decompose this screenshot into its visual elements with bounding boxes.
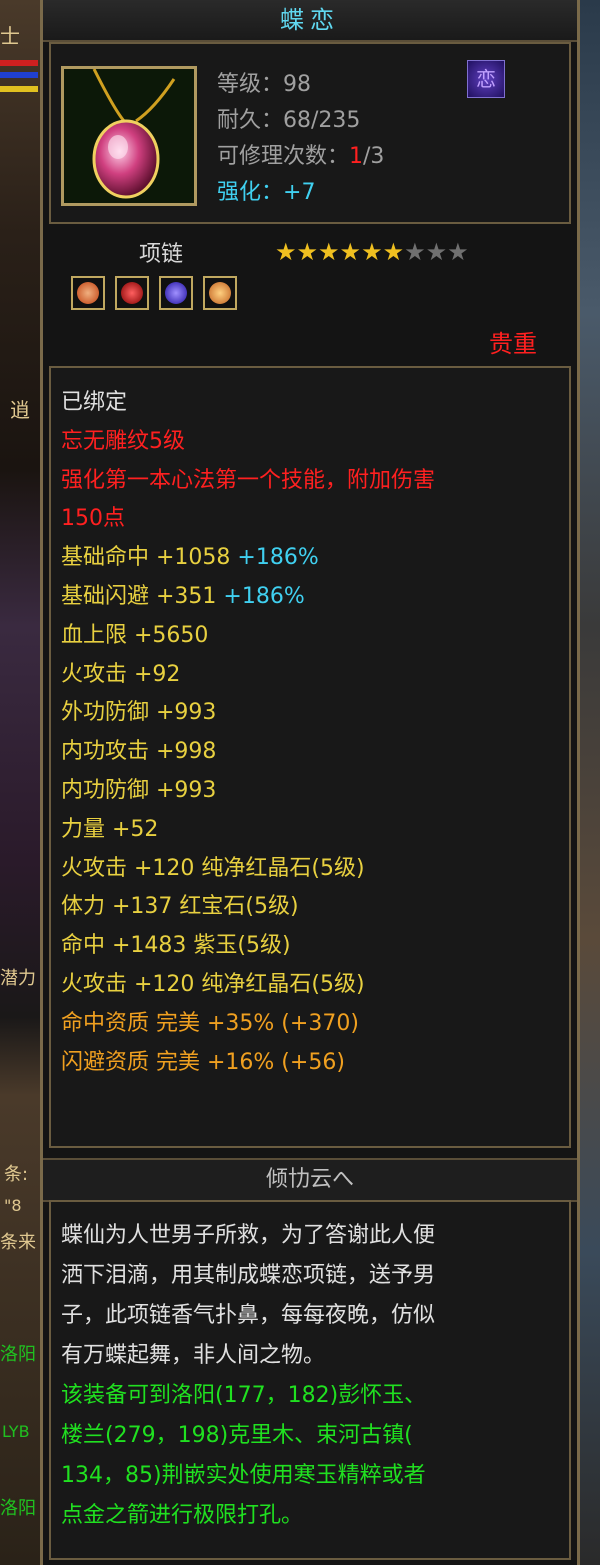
durability-label: 耐久： — [217, 108, 284, 133]
attr-line: 外功防御 +993 — [61, 700, 217, 726]
gem-slot — [203, 276, 237, 310]
dodge-value: 基础闪避 +351 — [61, 583, 224, 609]
enhance-label: 强化： — [217, 180, 284, 205]
bg-label: 潜力 — [0, 968, 36, 989]
repair-used: 1 — [349, 144, 364, 169]
star-empty-icon: ★ — [447, 238, 469, 266]
hit-aptitude: 命中资质 完美 +35% (+370) — [61, 1010, 359, 1036]
attr-line: 内功攻击 +998 — [61, 739, 217, 765]
bg-label: 洛阳 — [0, 1344, 36, 1365]
bg-label: 士 — [0, 24, 20, 48]
attribute-list: 已绑定 忘无雕纹5级 强化第一本心法第一个技能，附加伤害 150点 基础命中 +… — [61, 384, 561, 1082]
item-icon — [61, 66, 197, 206]
attr-line: 力量 +52 — [61, 816, 159, 842]
hint-line: 点金之箭进行极限打孔。 — [61, 1503, 304, 1528]
star-empty-icon: ★ — [425, 238, 448, 266]
background-right-panel — [578, 0, 600, 1565]
bg-label: 条: — [4, 1164, 29, 1185]
item-name: 蝶恋 — [43, 0, 577, 42]
attr-line: 火攻击 +120 纯净红晶石(5级) — [61, 855, 365, 881]
hint-line: 该装备可到洛阳(177，182)彭怀玉、 — [61, 1383, 427, 1408]
necklace-icon — [64, 68, 194, 203]
attr-line: 火攻击 +120 纯净红晶石(5级) — [61, 971, 365, 997]
bg-label: 条来 — [0, 1232, 36, 1253]
bg-label: 洛阳 — [0, 1498, 36, 1519]
attr-line: 内功防御 +993 — [61, 777, 217, 803]
gem-slot — [159, 276, 193, 310]
description-section-title: 倾㔹云へ — [43, 1158, 577, 1202]
attr-line: 命中 +1483 紫玉(5级) — [61, 933, 291, 959]
hit-value: 基础命中 +1058 — [61, 545, 238, 571]
description-text: 蝶仙为人世男子所救，为了答谢此人便 洒下泪滴，用其制成蝶恋项链，送予男 子，此项… — [61, 1216, 561, 1536]
repair-row: 可修理次数：1/3 — [217, 138, 384, 170]
durability-row: 耐久：68/235 — [217, 102, 360, 134]
exp-bar — [0, 86, 38, 92]
hit-percent: +186% — [237, 545, 319, 571]
level-label: 等级： — [217, 72, 284, 97]
engrave-name: 忘无雕纹5级 — [61, 428, 185, 454]
attr-line: 血上限 +5650 — [61, 622, 209, 648]
enhance-row: 强化：+7 — [217, 174, 315, 206]
hint-line: 134，85)荆嵌实处使用寒玉精粹或者 — [61, 1463, 426, 1488]
attr-line: 体力 +137 红宝石(5级) — [61, 894, 299, 920]
attr-line: 火攻击 +92 — [61, 661, 181, 687]
star-filled-icon: ★ — [339, 238, 362, 266]
star-filled-icon: ★ — [275, 238, 297, 266]
lore-line: 蝶仙为人世男子所救，为了答谢此人便 — [61, 1223, 436, 1248]
bg-label: LYB — [2, 1422, 30, 1441]
star-filled-icon: ★ — [361, 238, 383, 266]
attr-line: 基础命中 +1058 +186% — [61, 539, 561, 578]
dodge-aptitude: 闪避资质 完美 +16% (+56) — [61, 1049, 345, 1075]
bg-label: "8 — [4, 1196, 22, 1215]
lore-line: 有万蝶起舞，非人间之物。 — [61, 1343, 326, 1368]
enhance-value: +7 — [283, 180, 316, 205]
gem-slot — [115, 276, 149, 310]
rarity-label: 贵重 — [489, 330, 537, 358]
repair-total: /3 — [363, 144, 385, 169]
level-value: 98 — [283, 72, 312, 97]
lore-line: 子，此项链香气扑鼻，每每夜晚，仿似 — [61, 1303, 436, 1328]
item-header-panel: 等级：98 耐久：68/235 可修理次数：1/3 强化：+7 恋 — [49, 42, 571, 224]
item-tooltip: 蝶恋 等级：98 耐久：68/235 可修理次数：1/3 强化：+7 恋 项链 … — [40, 0, 580, 1565]
love-badge-icon: 恋 — [467, 60, 505, 98]
repair-label: 可修理次数： — [217, 144, 350, 169]
mp-bar — [0, 72, 38, 78]
star-empty-icon: ★ — [404, 238, 426, 266]
dodge-percent: +186% — [223, 583, 305, 609]
durability-value: 68/235 — [283, 108, 361, 133]
attr-line: 基础闪避 +351 +186% — [61, 578, 561, 617]
star-filled-icon: ★ — [318, 238, 340, 266]
hp-bar — [0, 60, 38, 66]
hint-line: 楼兰(279，198)克里木、束河古镇( — [61, 1423, 413, 1448]
bound-status: 已绑定 — [61, 390, 128, 415]
star-filled-icon: ★ — [382, 238, 405, 266]
background-left-panel: 士 逍 潜力 条: "8 条来 洛阳 LYB 洛阳 — [0, 0, 40, 1565]
lore-line: 洒下泪滴，用其制成蝶恋项链，送予男 — [61, 1263, 436, 1288]
item-type: 项链 — [139, 242, 184, 267]
star-filled-icon: ★ — [296, 238, 319, 266]
level-row: 等级：98 — [217, 66, 311, 98]
bg-label: 逍 — [10, 398, 30, 422]
engrave-effect: 强化第一本心法第一个技能，附加伤害 — [61, 467, 436, 493]
gem-slot — [71, 276, 105, 310]
engrave-effect: 150点 — [61, 506, 125, 532]
star-rating: ★★★★★★★★★ — [275, 238, 469, 266]
